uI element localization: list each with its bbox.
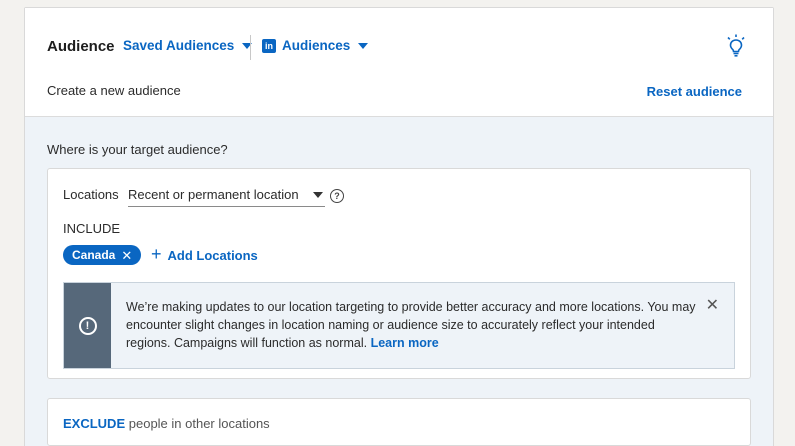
add-locations-button[interactable]: + Add Locations [151, 244, 258, 264]
close-icon[interactable]: ✕ [706, 295, 719, 315]
chip-label: Canada [72, 248, 116, 262]
notice-text: We’re making updates to our location tar… [126, 298, 701, 352]
target-audience-question: Where is your target audience? [47, 142, 228, 157]
audience-header: Audience Saved Audiences in Audiences Cr… [25, 8, 773, 117]
section-title: Audience [47, 38, 115, 55]
location-update-notice: ! We’re making updates to our location t… [63, 282, 735, 369]
location-chip-canada[interactable]: Canada ✕ [63, 245, 142, 265]
help-icon[interactable]: ? [330, 189, 344, 203]
reset-audience-link[interactable]: Reset audience [647, 84, 742, 99]
location-type-select[interactable]: Recent or permanent location [128, 184, 325, 207]
include-label: INCLUDE [63, 221, 121, 236]
locations-card: Locations Recent or permanent location ?… [47, 168, 751, 379]
close-icon[interactable]: ✕ [121, 249, 132, 262]
exclude-link[interactable]: EXCLUDE [63, 416, 125, 431]
learn-more-link[interactable]: Learn more [371, 336, 439, 350]
exclude-text: EXCLUDE people in other locations [63, 416, 270, 431]
saved-audiences-dropdown[interactable]: Saved Audiences [123, 38, 253, 53]
header-divider [250, 35, 251, 60]
audiences-label: Audiences [282, 38, 351, 53]
plus-icon: + [151, 244, 162, 264]
lightbulb-icon[interactable] [725, 34, 747, 58]
location-type-value: Recent or permanent location [128, 186, 299, 202]
targeting-area: Where is your target audience? Locations… [25, 117, 773, 446]
chevron-down-icon [313, 192, 323, 198]
saved-audiences-label: Saved Audiences [123, 38, 235, 53]
audience-panel: Audience Saved Audiences in Audiences Cr… [24, 7, 774, 446]
chevron-down-icon [358, 42, 369, 49]
exclude-card[interactable]: EXCLUDE people in other locations [47, 398, 751, 446]
subtitle: Create a new audience [47, 83, 181, 98]
audiences-dropdown[interactable]: in Audiences [262, 38, 369, 53]
locations-label: Locations [63, 187, 119, 202]
linkedin-icon: in [262, 38, 276, 53]
add-locations-label: Add Locations [167, 247, 258, 263]
exclude-description: people in other locations [128, 416, 270, 431]
exclamation-icon: ! [78, 316, 97, 335]
notice-sidebar: ! [64, 283, 111, 368]
